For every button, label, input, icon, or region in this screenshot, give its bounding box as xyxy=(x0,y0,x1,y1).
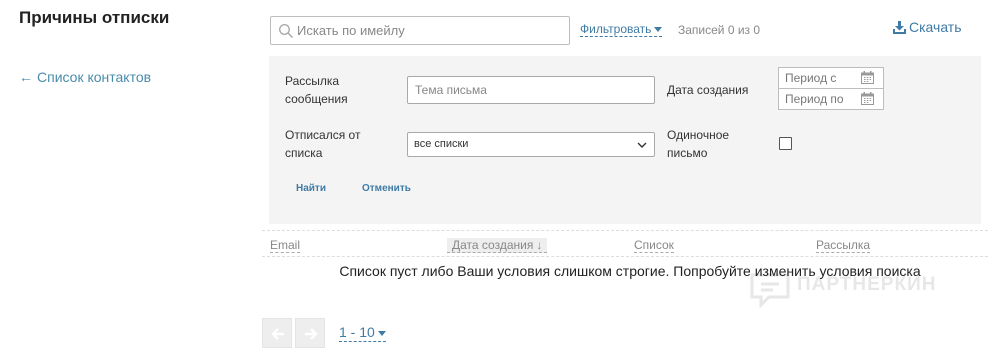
date-to-placeholder: Период по xyxy=(785,92,844,106)
mailing-label: Рассылка сообщения xyxy=(285,74,348,106)
filter-toggle-label: Фильтровать xyxy=(580,22,652,36)
back-to-contacts-link[interactable]: ← Список контактов xyxy=(19,69,151,85)
page-title: Причины отписки xyxy=(19,8,170,27)
column-header-email[interactable]: Email xyxy=(270,238,301,253)
chevron-down-icon xyxy=(637,142,647,148)
list-select[interactable]: все списки xyxy=(407,132,655,157)
unsubscribed-label: Отписался от списка xyxy=(285,128,361,160)
arrow-left-icon xyxy=(271,328,284,340)
single-letter-checkbox[interactable] xyxy=(779,137,792,150)
date-from-placeholder: Период с xyxy=(785,71,837,85)
arrow-left-icon: ← xyxy=(19,69,33,85)
cancel-button[interactable]: Отменить xyxy=(362,183,411,194)
column-header-mailing[interactable]: Рассылка xyxy=(816,238,871,253)
watermark-logo-icon xyxy=(750,273,790,309)
column-header-list[interactable]: Список xyxy=(634,238,674,253)
sort-down-icon: ↓ xyxy=(536,238,543,252)
next-page-button[interactable] xyxy=(295,318,325,348)
prev-page-button[interactable] xyxy=(262,318,292,348)
filter-toggle[interactable]: Фильтровать xyxy=(580,22,663,37)
page-size-label: 1 - 10 xyxy=(339,324,375,340)
search-input[interactable] xyxy=(297,17,565,44)
caret-down-icon xyxy=(377,330,386,336)
list-select-value: все списки xyxy=(414,138,469,150)
filter-panel: Рассылка сообщения Дата создания Период … xyxy=(269,56,981,224)
download-label: Скачать xyxy=(909,19,962,35)
records-count: Записей 0 из 0 xyxy=(678,23,761,37)
column-header-created[interactable]: Дата создания ↓ xyxy=(447,238,548,253)
find-button[interactable]: Найти xyxy=(296,183,326,194)
calendar-icon xyxy=(861,71,874,84)
page-size-selector[interactable]: 1 - 10 xyxy=(339,324,386,342)
date-from-input[interactable]: Период с xyxy=(778,67,884,89)
created-date-label: Дата создания xyxy=(667,83,749,97)
arrow-right-icon xyxy=(305,328,318,340)
calendar-icon xyxy=(861,92,874,105)
single-letter-label: Одиночное письмо xyxy=(667,128,730,160)
search-box[interactable] xyxy=(270,16,570,45)
watermark-text: ПАРТНЕРКИН xyxy=(797,274,937,295)
back-link-label: Список контактов xyxy=(37,69,152,85)
date-to-input[interactable]: Период по xyxy=(778,88,884,110)
divider xyxy=(262,256,988,257)
download-button[interactable]: Скачать xyxy=(893,19,962,35)
caret-down-icon xyxy=(654,27,663,33)
mailing-subject-input[interactable] xyxy=(407,76,655,104)
search-icon xyxy=(278,23,294,39)
watermark: ПАРТНЕРКИН xyxy=(749,272,935,313)
download-icon xyxy=(893,21,906,34)
column-header-created-label: Дата создания xyxy=(452,238,534,252)
divider xyxy=(262,230,988,231)
